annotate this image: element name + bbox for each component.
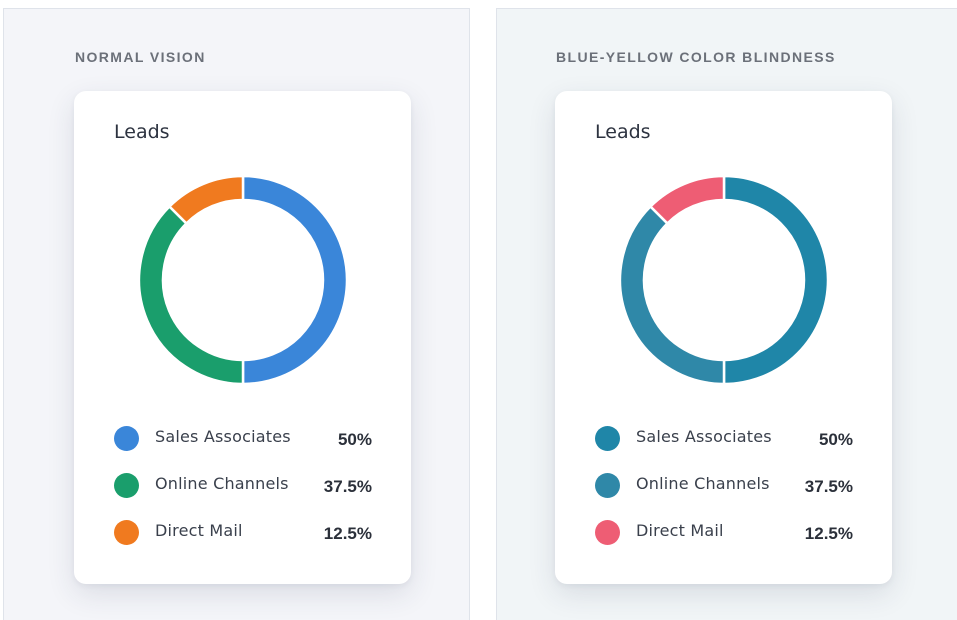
- legend: Sales Associates 50% Online Channels 37.…: [114, 421, 372, 562]
- legend-value: 12.5%: [323, 524, 372, 543]
- legend-value: 12.5%: [804, 524, 853, 543]
- card-title: Leads: [114, 121, 170, 143]
- legend-swatch: [595, 520, 620, 545]
- donut-slice-direct-mail: [167, 175, 245, 226]
- leads-card: Leads Sales Associates 50% Online Channe…: [555, 91, 892, 584]
- donut-slice-online-channels: [619, 204, 726, 385]
- legend-item: Sales Associates 50%: [595, 421, 853, 468]
- legend-label: Online Channels: [155, 474, 289, 493]
- legend-item: Online Channels 37.5%: [114, 468, 372, 515]
- legend-item: Direct Mail 12.5%: [114, 515, 372, 562]
- donut-slice-direct-mail: [648, 175, 726, 226]
- legend-value: 50%: [337, 430, 372, 449]
- legend-swatch: [114, 520, 139, 545]
- legend-swatch: [114, 426, 139, 451]
- card-title: Leads: [595, 121, 651, 143]
- legend-value: 37.5%: [323, 477, 372, 496]
- panel-title: BLUE-YELLOW COLOR BLINDNESS: [556, 49, 836, 65]
- donut-chart: [619, 175, 829, 385]
- legend-item: Direct Mail 12.5%: [595, 515, 853, 562]
- leads-card: Leads Sales Associates 50% Online Channe…: [74, 91, 411, 584]
- legend-label: Sales Associates: [636, 427, 772, 446]
- legend-label: Direct Mail: [636, 521, 724, 540]
- legend-value: 37.5%: [804, 477, 853, 496]
- blue-yellow-color-blindness-panel: BLUE-YELLOW COLOR BLINDNESS Leads Sales …: [496, 8, 957, 620]
- legend: Sales Associates 50% Online Channels 37.…: [595, 421, 853, 562]
- donut-chart: [138, 175, 348, 385]
- donut-slice-online-channels: [138, 204, 245, 385]
- normal-vision-panel: NORMAL VISION Leads Sales Associates 50%…: [3, 8, 470, 620]
- legend-swatch: [595, 426, 620, 451]
- legend-value: 50%: [818, 430, 853, 449]
- legend-swatch: [595, 473, 620, 498]
- legend-item: Sales Associates 50%: [114, 421, 372, 468]
- legend-label: Direct Mail: [155, 521, 243, 540]
- legend-label: Sales Associates: [155, 427, 291, 446]
- legend-swatch: [114, 473, 139, 498]
- donut-slice-sales-associates: [722, 175, 829, 385]
- legend-item: Online Channels 37.5%: [595, 468, 853, 515]
- panel-title: NORMAL VISION: [75, 49, 206, 65]
- donut-slice-sales-associates: [241, 175, 348, 385]
- legend-label: Online Channels: [636, 474, 770, 493]
